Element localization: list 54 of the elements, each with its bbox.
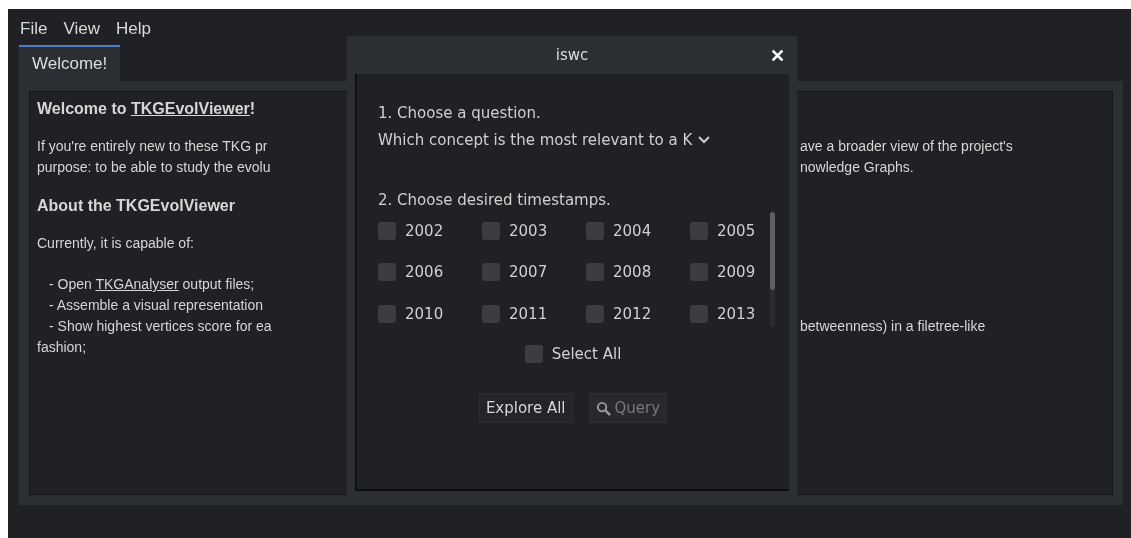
menu-item[interactable]: File [14,17,54,45]
paragraph-text: purpose: to be able to study the evolu [37,158,271,177]
checkbox[interactable] [690,222,708,241]
link[interactable]: TKGEvolViewer [130,100,250,117]
search-icon [595,400,611,416]
dialog-title: iswc [555,46,589,64]
checkbox-label: 2008 [613,263,652,282]
checkbox[interactable] [378,304,396,323]
checkbox-label: 2002 [405,222,444,241]
paragraph-text: ave a broader view of the project's [800,137,1013,156]
checkbox-label: 2010 [405,304,444,323]
section-heading: About the TKGEvolViewer [37,196,235,216]
checkbox-label: 2006 [405,263,444,282]
list-item: betweenness) in a filetree-like [800,317,986,336]
checkbox-label: 2013 [717,304,756,323]
checkbox[interactable] [586,222,604,241]
paragraph-text: nowledge Graphs. [800,158,914,177]
checkbox-label: 2012 [613,304,652,323]
scrollbar[interactable] [770,212,775,327]
checkbox[interactable] [378,263,396,282]
step-label: 2. Choose desired timestamps. [378,191,612,209]
tab[interactable]: Welcome! [19,45,121,81]
paragraph-text: Currently, it is capable of: [37,234,194,253]
checkbox-label: Select All [551,345,622,363]
paragraph-text: If you're entirely new to these TKG pr [37,137,268,156]
checkbox[interactable] [482,263,500,282]
checkbox[interactable] [482,304,500,323]
question-select[interactable]: Which concept is the most relevant to a K [378,131,789,149]
checkbox-label: 2007 [509,263,548,282]
checkbox-label: 2004 [613,222,652,241]
checkbox-label: 2003 [509,222,548,241]
checkbox-label: 2005 [717,222,756,241]
list-item: - Show highest vertices score for ea [48,317,272,336]
step-label: 1. Choose a question. [378,104,542,122]
close-button[interactable]: ✕ [766,43,789,69]
checkbox[interactable] [586,263,604,282]
chevron-down-icon [698,136,711,144]
checkbox-label: 2009 [717,263,756,282]
list-item: - Open TKGAnalyser output files; [48,275,255,294]
heading: Welcome to TKGEvolViewer! [37,99,256,119]
checkbox[interactable] [482,222,500,241]
explore-button[interactable]: Explore All [478,393,573,423]
list-item: - Assemble a visual representation [48,296,263,315]
checkbox[interactable] [524,345,543,363]
checkbox[interactable] [690,263,708,282]
checkbox[interactable] [690,304,708,323]
checkbox[interactable] [378,222,396,241]
checkbox-label: 2011 [509,304,548,323]
menu-item[interactable]: Help [109,17,157,45]
checkbox[interactable] [586,304,604,323]
paragraph-text: fashion; [37,338,87,357]
link[interactable]: TKGAnalyser [95,276,179,292]
menu-item[interactable]: View [57,17,106,45]
scrollbar-thumb[interactable] [770,212,775,290]
